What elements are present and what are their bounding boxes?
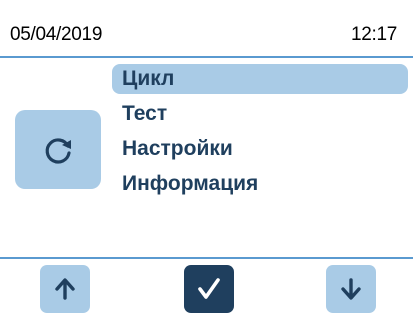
menu-item-label: Информация xyxy=(122,172,259,195)
up-button[interactable] xyxy=(40,265,90,313)
menu-item-label: Настройки xyxy=(122,137,233,160)
menu-item-label: Тест xyxy=(122,102,168,125)
menu-item-cycle[interactable]: Цикл xyxy=(112,64,408,94)
checkmark-icon xyxy=(198,278,220,299)
bottom-divider xyxy=(0,257,413,259)
menu-item-label: Цикл xyxy=(122,67,175,90)
arrow-down-icon xyxy=(341,278,361,300)
time-display: 12:17 xyxy=(350,24,397,45)
refresh-icon xyxy=(45,137,71,164)
down-button[interactable] xyxy=(326,265,376,313)
confirm-button[interactable] xyxy=(184,265,234,313)
menu-item-settings[interactable]: Настройки xyxy=(112,134,408,164)
top-divider xyxy=(0,56,413,58)
arrow-up-icon xyxy=(55,278,75,300)
main-menu: Цикл Тест Настройки Информация xyxy=(112,64,408,204)
date-display: 05/04/2019 xyxy=(10,24,103,45)
status-bar: 05/04/2019 12:17 xyxy=(0,0,413,55)
cycle-icon-tile[interactable] xyxy=(15,110,101,189)
menu-item-test[interactable]: Тест xyxy=(112,99,408,129)
menu-item-information[interactable]: Информация xyxy=(112,169,408,199)
